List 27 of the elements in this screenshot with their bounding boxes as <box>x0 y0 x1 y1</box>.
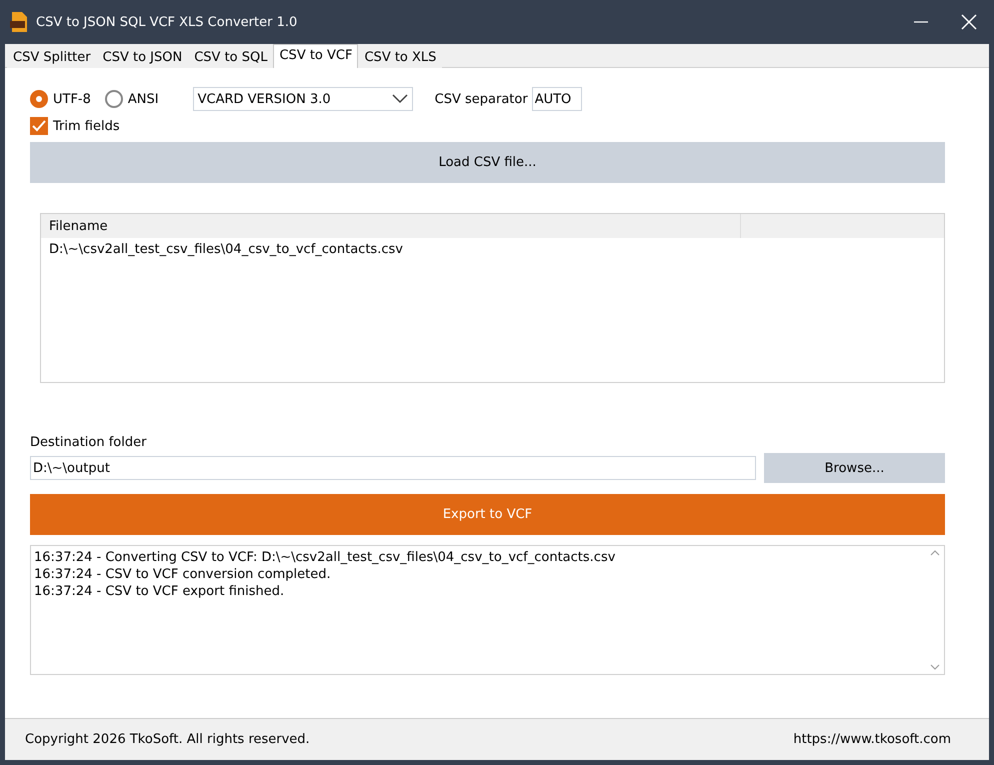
tab[interactable]: CSV to VCF <box>273 44 358 68</box>
checkbox[interactable] <box>30 117 48 135</box>
website-link[interactable]: https://www.tkosoft.com <box>793 732 951 747</box>
scroll-down-icon[interactable] <box>930 664 940 670</box>
scroll-up-icon[interactable] <box>930 550 940 556</box>
checkbox-label: Trim fields <box>53 118 120 134</box>
copyright-text: Copyright 2026 TkoSoft. All rights reserved. <box>25 732 310 747</box>
load-csv-button[interactable]: Load CSV file... <box>30 142 945 183</box>
destination-label: Destination folder <box>30 435 148 450</box>
chevron-down-icon <box>392 94 408 104</box>
log-line: 16:37:24 - CSV to VCF export finished. <box>34 583 286 600</box>
radio-label: ANSI <box>128 92 159 106</box>
separator-label: CSV separator <box>434 92 528 106</box>
column-header: Filename <box>41 214 741 238</box>
radio-button[interactable] <box>104 90 123 108</box>
version-dropdown[interactable]: VCARD VERSION 3.0 <box>192 87 413 111</box>
table-cell[interactable]: D:\~\csv2all_test_csv_files\04_csv_to_vcf_contacts.csv <box>41 238 944 261</box>
radio-button[interactable] <box>30 90 48 108</box>
app-logo-icon <box>10 12 28 32</box>
separator-field[interactable]: AUTO <box>532 87 582 111</box>
browse-button[interactable]: Browse... <box>764 453 945 483</box>
destination-field[interactable]: D:\~\output <box>30 456 756 480</box>
log-line: 16:37:24 - Converting CSV to VCF: D:\~\csv2all_test_csv_files\04_csv_to_vcf_contacts.csv <box>34 549 616 566</box>
radio-label: UTF-8 <box>53 92 91 106</box>
window-title: CSV to JSON SQL VCF XLS Converter 1.0 <box>36 14 298 30</box>
log-line: 16:37:24 - CSV to VCF conversion completed. <box>34 566 332 583</box>
tab[interactable]: CSV to SQL <box>188 46 274 68</box>
